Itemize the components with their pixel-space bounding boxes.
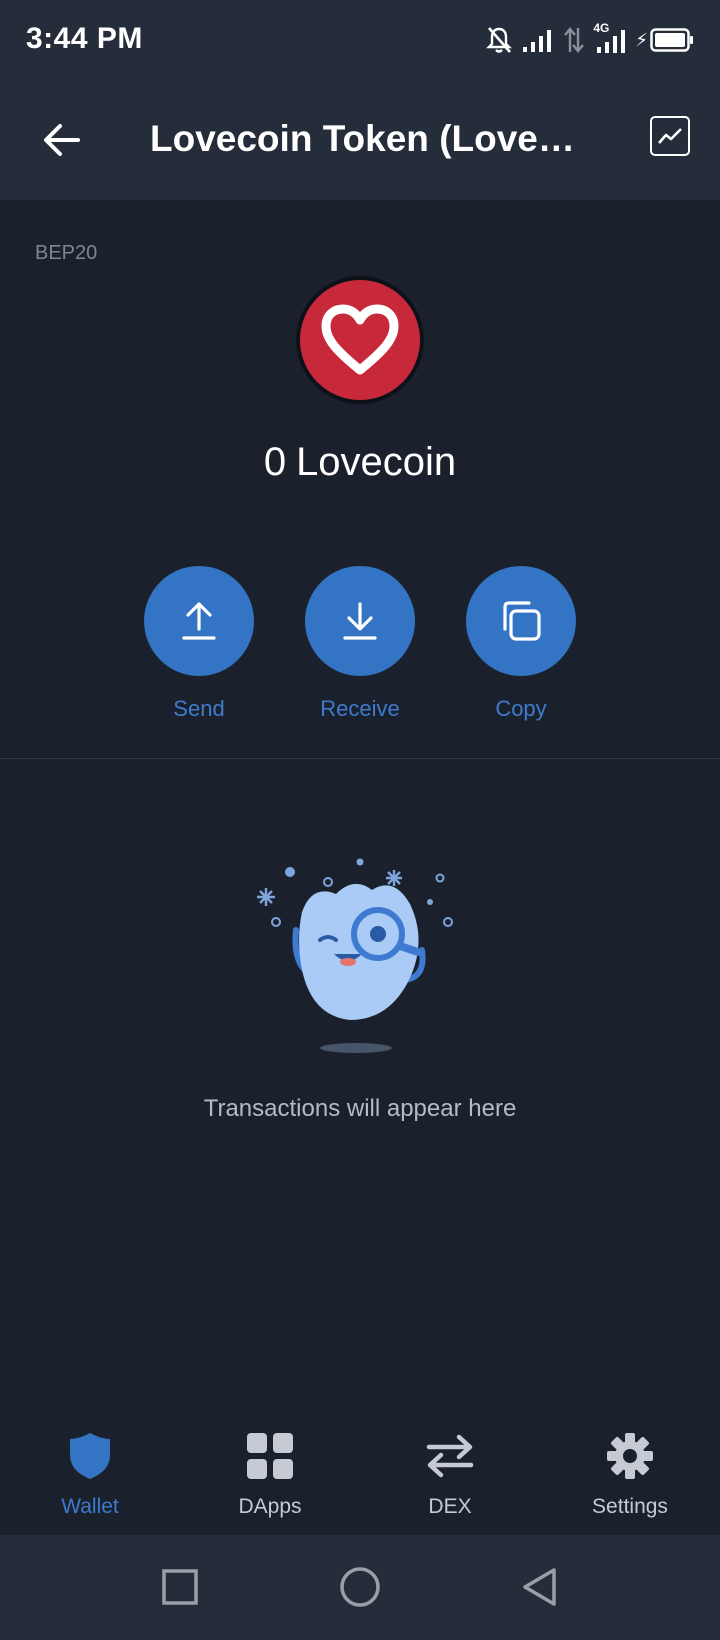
- receive-label: Receive: [320, 696, 400, 721]
- signal-4g-indicator: 4G: [593, 21, 627, 55]
- empty-state-message: Transactions will appear here: [203, 1095, 517, 1122]
- back-arrow-icon: [44, 124, 80, 156]
- section-divider: [0, 758, 720, 759]
- system-back-button[interactable]: [518, 1565, 562, 1609]
- data-transfer-icon: [564, 27, 585, 53]
- download-arrow-icon: [343, 602, 377, 640]
- token-actions: Send Receive Copy: [0, 566, 720, 726]
- copy-label: Copy: [495, 696, 547, 721]
- nav-item-wallet[interactable]: Wallet: [0, 1429, 180, 1519]
- status-icons: 4G ⚡: [485, 20, 694, 60]
- back-button[interactable]: [34, 112, 90, 168]
- nav-label-wallet: Wallet: [61, 1495, 119, 1518]
- balance-amount: 0: [263, 440, 287, 484]
- signal-bars-icon: [597, 30, 626, 53]
- page-title: Lovecoin Token (Loveco…: [150, 118, 595, 159]
- home-button[interactable]: [338, 1565, 382, 1609]
- chart-line-icon: [658, 128, 682, 144]
- nav-item-settings[interactable]: Settings: [540, 1429, 720, 1519]
- upload-arrow-icon: [182, 602, 216, 640]
- price-chart-button[interactable]: [650, 116, 690, 156]
- balance-symbol: Lovecoin: [296, 440, 457, 484]
- nav-label-dapps: DApps: [238, 1495, 302, 1518]
- battery-indicator: ⚡: [635, 28, 694, 52]
- system-nav-bar: [0, 1535, 720, 1640]
- recent-apps-button[interactable]: [158, 1565, 202, 1609]
- status-bar: 3:44 PM 4G ⚡: [0, 0, 720, 82]
- battery-icon: [650, 28, 693, 52]
- status-time: 3:44 PM: [26, 22, 143, 55]
- grid-icon: [247, 1433, 293, 1479]
- nav-label-settings: Settings: [592, 1495, 668, 1518]
- token-balance: 0 Lovecoin: [0, 440, 720, 485]
- app-header: Lovecoin Token (Loveco…: [0, 82, 720, 200]
- copy-button[interactable]: Copy: [466, 566, 576, 722]
- network-badge: BEP20: [35, 242, 98, 264]
- nav-item-dex[interactable]: DEX: [360, 1429, 540, 1519]
- empty-state-illustration: [250, 850, 470, 1060]
- nav-item-dapps[interactable]: DApps: [180, 1429, 360, 1519]
- swap-arrows-icon: [426, 1434, 474, 1478]
- send-label: Send: [173, 696, 225, 721]
- gear-icon: [607, 1433, 653, 1479]
- send-button[interactable]: Send: [144, 566, 254, 722]
- token-logo: [296, 276, 424, 404]
- receive-button[interactable]: Receive: [305, 566, 415, 722]
- signal-icon: [523, 30, 552, 52]
- bottom-nav: Wallet DApps DEX Settings: [0, 1405, 720, 1535]
- mascot-magnifier-icon: [257, 858, 453, 1053]
- square-icon: [162, 1569, 198, 1605]
- circle-icon: [340, 1567, 380, 1607]
- mute-notification-icon: [486, 27, 513, 53]
- copy-icon: [503, 601, 541, 641]
- heart-icon: [321, 304, 399, 375]
- send-circle[interactable]: [144, 566, 254, 676]
- triangle-back-icon: [523, 1568, 556, 1606]
- charging-icon: ⚡: [635, 29, 648, 50]
- token-logo-circle: [300, 280, 420, 400]
- shield-icon: [70, 1433, 110, 1479]
- copy-circle[interactable]: [466, 566, 576, 676]
- receive-circle[interactable]: [305, 566, 415, 676]
- nav-label-dex: DEX: [428, 1495, 472, 1518]
